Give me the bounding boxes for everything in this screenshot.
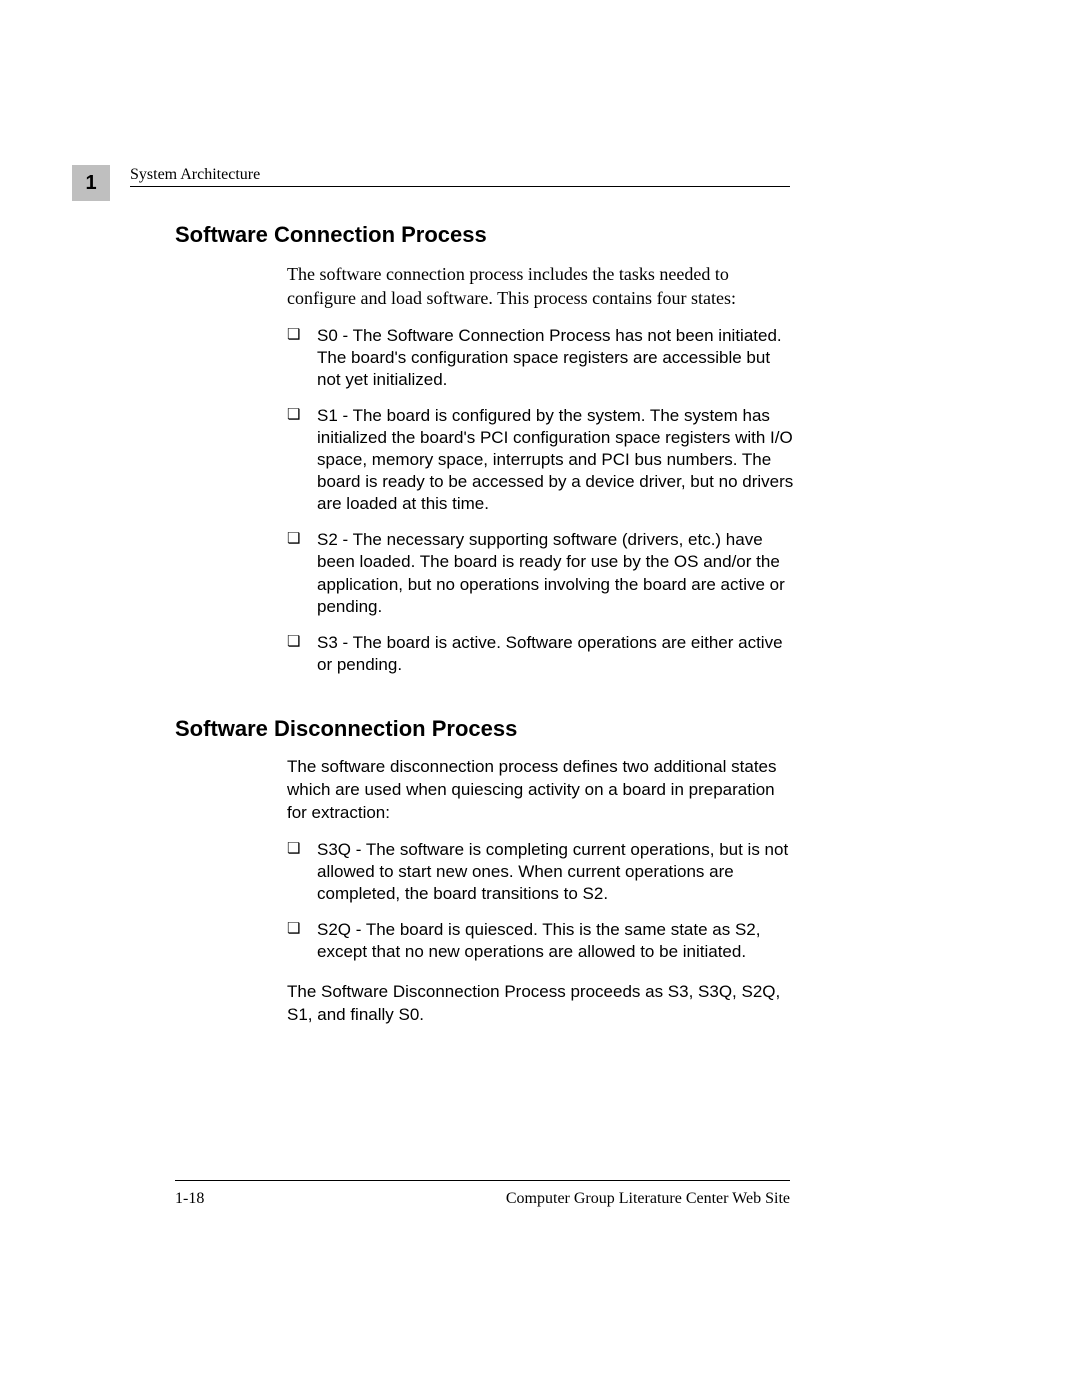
content-area: Software Connection Process The software… xyxy=(175,222,795,1041)
footer-text: Computer Group Literature Center Web Sit… xyxy=(506,1190,790,1208)
page: 1 System Architecture Software Connectio… xyxy=(0,0,1080,1397)
header-rule xyxy=(130,186,790,187)
section1-list: S0 - The Software Connection Process has… xyxy=(287,325,795,676)
section-heading-connection: Software Connection Process xyxy=(175,222,795,248)
list-item: S3 - The board is active. Software opera… xyxy=(287,632,795,676)
list-item: S3Q - The software is completing current… xyxy=(287,839,795,905)
section-heading-disconnection: Software Disconnection Process xyxy=(175,716,795,742)
section2-list: S3Q - The software is completing current… xyxy=(287,839,795,963)
footer-rule xyxy=(175,1180,790,1181)
section1-intro: The software connection process includes… xyxy=(287,262,795,311)
chapter-badge: 1 xyxy=(72,165,110,201)
list-item: S1 - The board is configured by the syst… xyxy=(287,405,795,515)
section2-intro: The software disconnection process defin… xyxy=(287,756,795,825)
list-item: S2Q - The board is quiesced. This is the… xyxy=(287,919,795,963)
running-header: System Architecture xyxy=(130,166,260,184)
chapter-number: 1 xyxy=(85,172,96,195)
page-number: 1-18 xyxy=(175,1190,204,1208)
section2-outro: The Software Disconnection Process proce… xyxy=(287,981,795,1027)
list-item: S2 - The necessary supporting software (… xyxy=(287,529,795,617)
list-item: S0 - The Software Connection Process has… xyxy=(287,325,795,391)
